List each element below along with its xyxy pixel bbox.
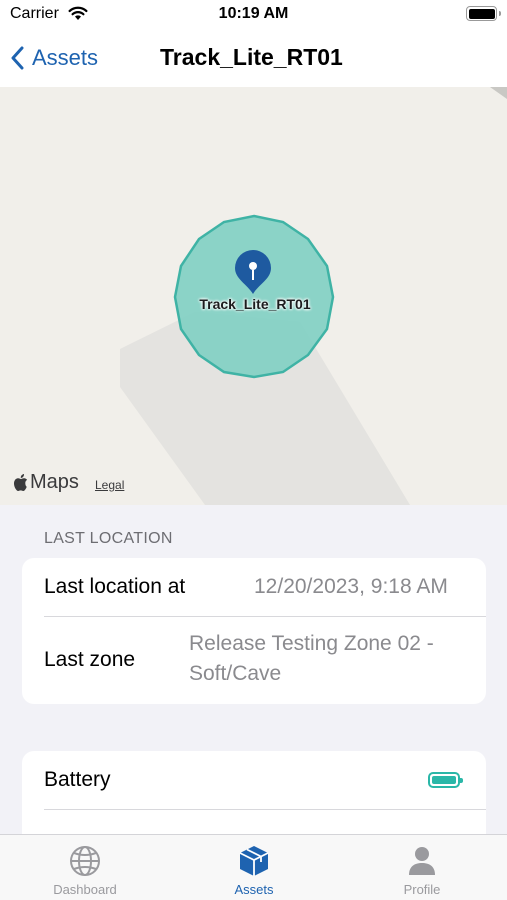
tab-assets[interactable]: Assets bbox=[184, 843, 324, 897]
map-view[interactable]: Track_Lite_RT01 Maps Legal bbox=[0, 87, 507, 505]
maps-logo: Maps bbox=[14, 471, 79, 494]
tab-assets-label: Assets bbox=[234, 882, 274, 897]
last-zone-label: Last zone bbox=[44, 648, 136, 671]
last-location-value: 12/20/2023, 9:18 AM bbox=[254, 575, 448, 598]
tab-bar: Dashboard Assets Profile bbox=[0, 834, 507, 900]
person-icon bbox=[409, 847, 435, 875]
back-button-label: Assets bbox=[32, 45, 99, 70]
navigation-bar: Assets Track_Lite_RT01 bbox=[0, 32, 507, 87]
tab-profile-label: Profile bbox=[403, 882, 441, 897]
globe-icon bbox=[70, 846, 100, 876]
row-divider bbox=[44, 809, 486, 810]
back-button[interactable]: Assets bbox=[10, 42, 98, 74]
battery-label: Battery bbox=[44, 768, 111, 791]
map-asset-label: Track_Lite_RT01 bbox=[199, 296, 311, 312]
battery-row: Battery bbox=[22, 751, 486, 809]
tab-dashboard-label: Dashboard bbox=[53, 882, 117, 897]
last-location-card: Last location at 12/20/2023, 9:18 AM Las… bbox=[22, 558, 486, 704]
status-time: 10:19 AM bbox=[218, 5, 289, 22]
last-zone-value-line1: Release Testing Zone 02 - bbox=[189, 632, 434, 655]
last-zone-value-line2: Soft/Cave bbox=[189, 662, 282, 685]
legal-link[interactable]: Legal bbox=[95, 478, 124, 492]
section-header-last-location: LAST LOCATION bbox=[44, 530, 173, 547]
last-zone-row: Last zone Release Testing Zone 02 - Soft… bbox=[22, 617, 486, 704]
apple-logo-icon bbox=[14, 474, 28, 491]
chevron-left-icon bbox=[11, 46, 24, 70]
battery-icon bbox=[466, 6, 501, 21]
tab-profile[interactable]: Profile bbox=[352, 843, 492, 897]
battery-full-icon bbox=[428, 772, 463, 788]
last-location-row: Last location at 12/20/2023, 9:18 AM bbox=[22, 558, 486, 616]
page-title: Track_Lite_RT01 bbox=[160, 44, 343, 70]
box-icon bbox=[239, 846, 269, 876]
tab-dashboard[interactable]: Dashboard bbox=[15, 843, 155, 897]
maps-label: Maps bbox=[30, 471, 79, 493]
status-bar: Carrier 10:19 AM bbox=[0, 0, 507, 32]
last-location-label: Last location at bbox=[44, 575, 186, 598]
